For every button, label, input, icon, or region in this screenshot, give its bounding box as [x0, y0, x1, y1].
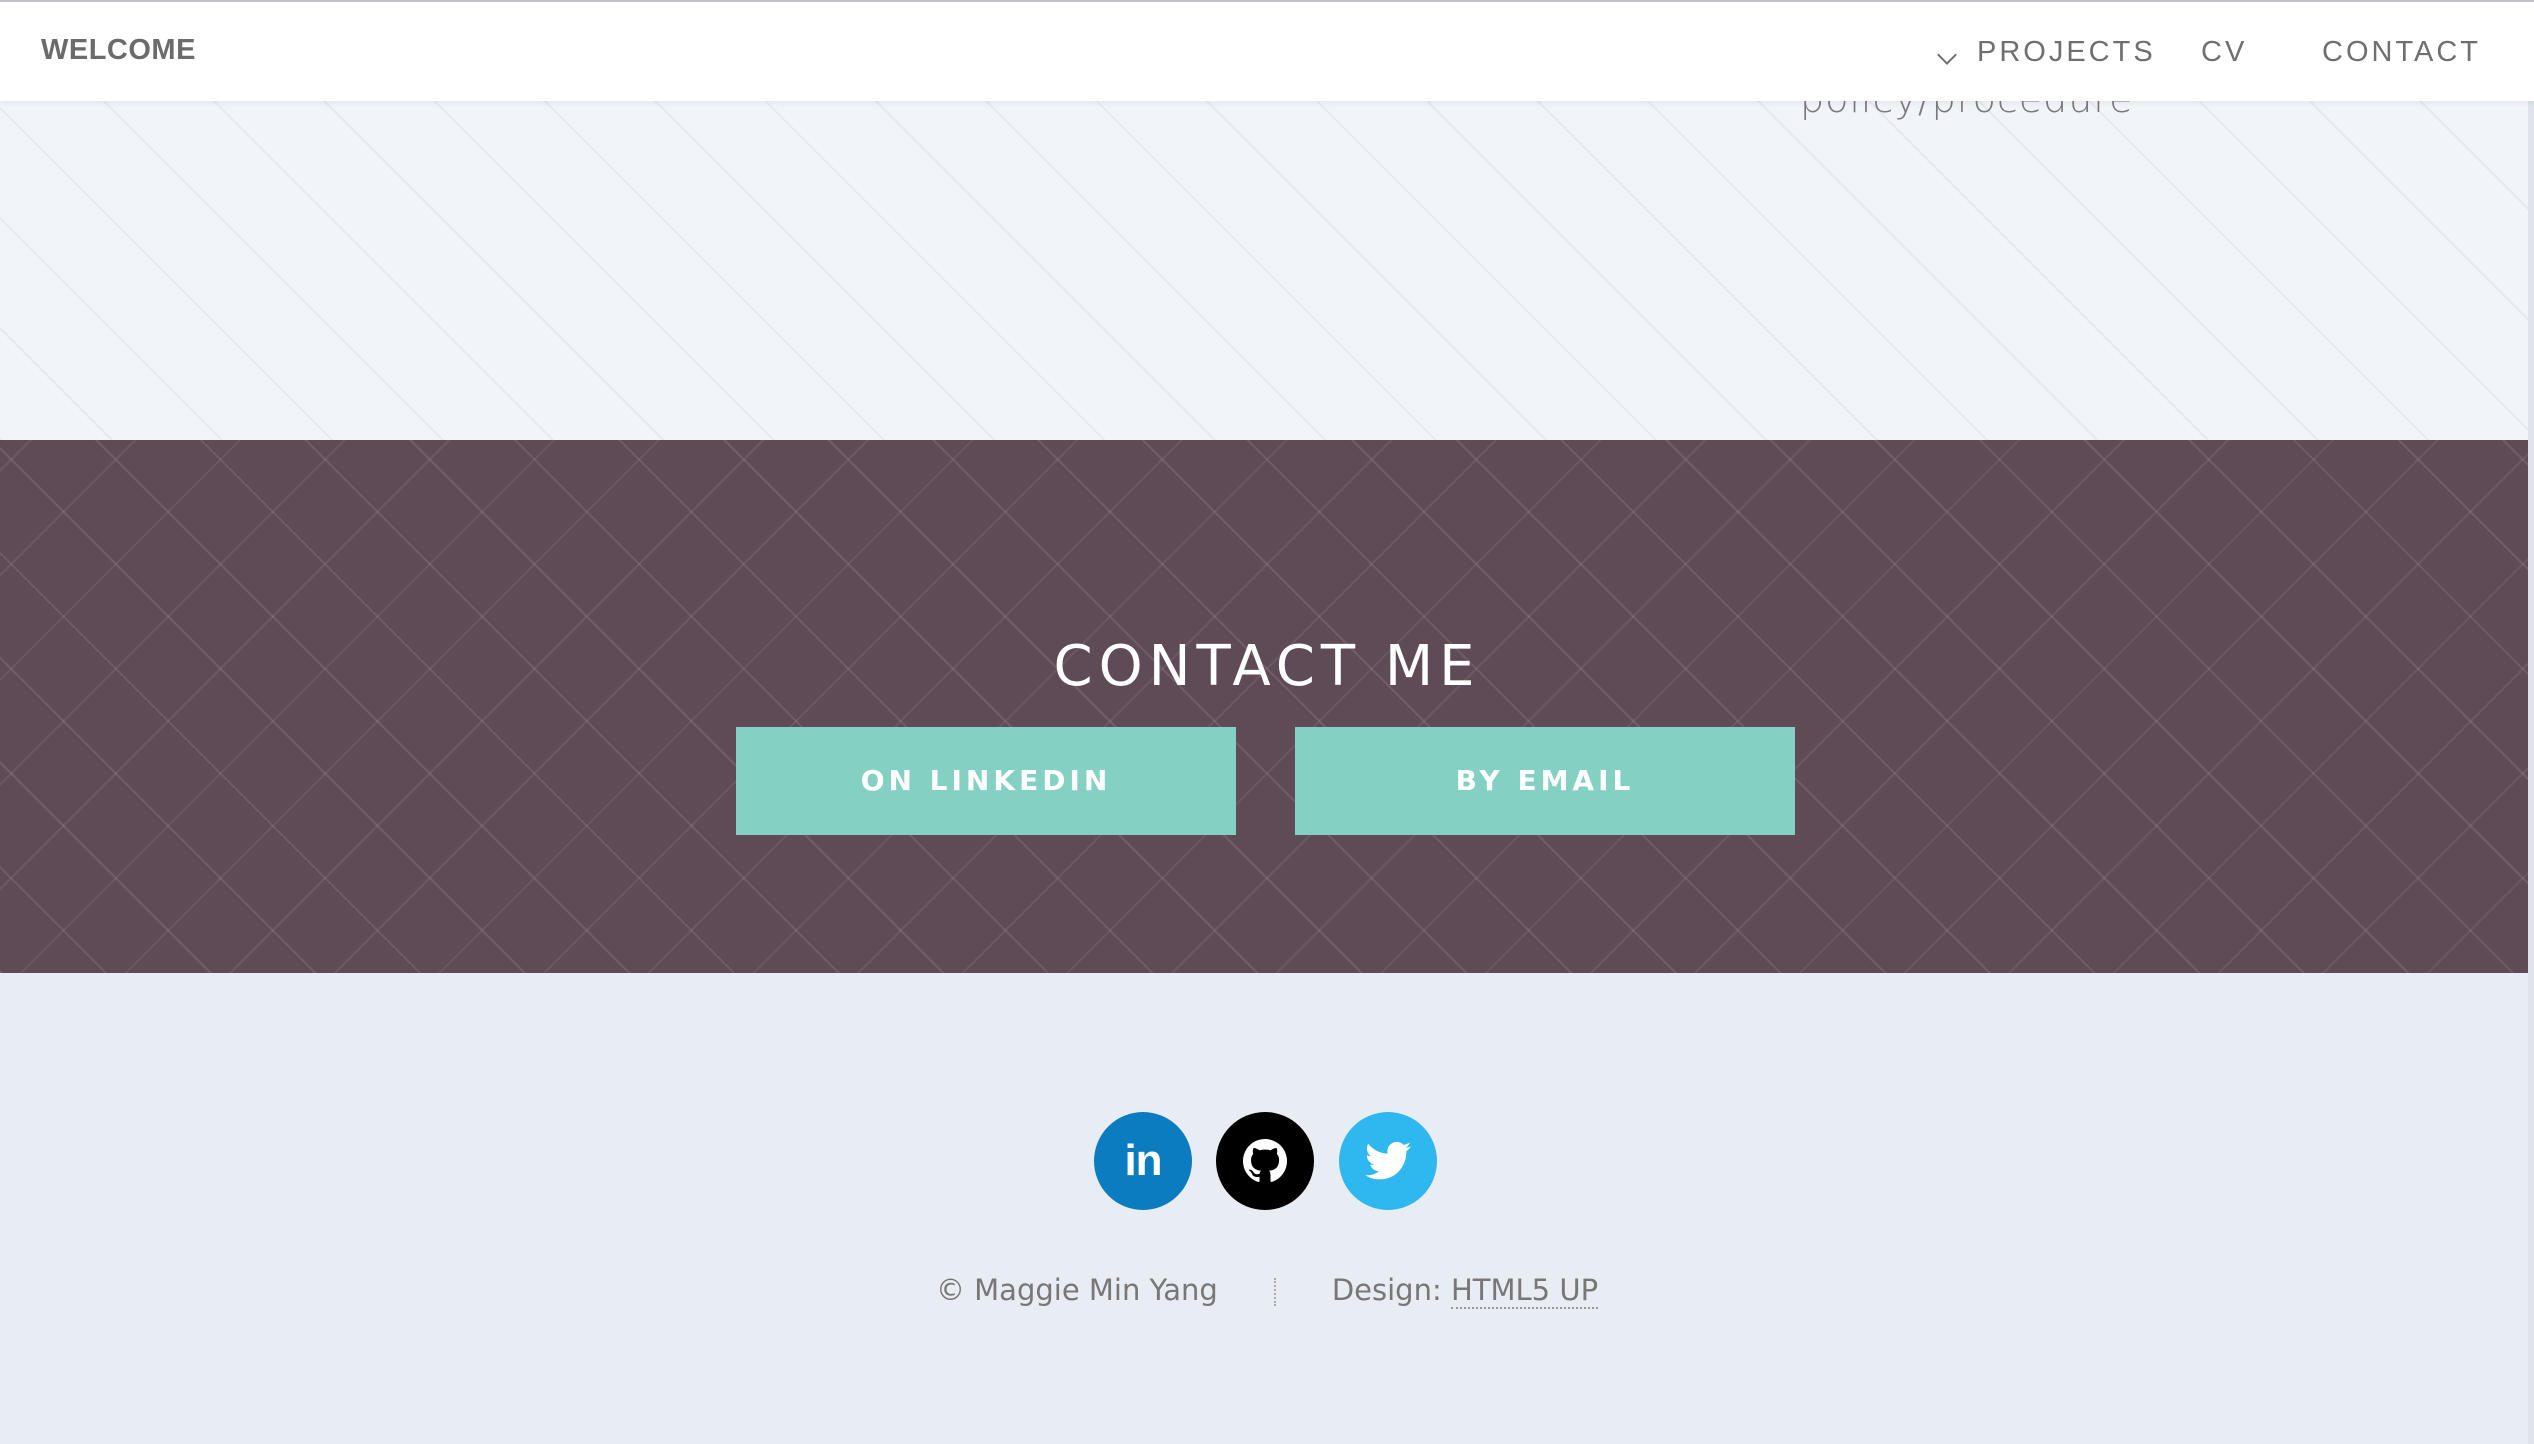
brand-link[interactable]: WELCOME: [41, 34, 196, 67]
footer-credits: © Maggie Min Yang Design: HTML5 UP: [0, 1273, 2534, 1309]
nav-item-cv[interactable]: CV: [2201, 36, 2247, 69]
nav-item-contact[interactable]: CONTACT: [2322, 36, 2481, 69]
linkedin-social-button[interactable]: in: [1094, 1112, 1192, 1210]
email-button[interactable]: BY EMAIL: [1295, 727, 1795, 835]
header-bar: WELCOME PROJECTS CV CONTACT: [0, 0, 2534, 101]
twitter-icon: [1365, 1141, 1411, 1180]
nav-item-contact-label: CONTACT: [2322, 36, 2482, 68]
section-text: policy/procedure: [1800, 99, 2134, 121]
design-label: Design:: [1331, 1273, 1451, 1307]
linkedin-icon: in: [1124, 1136, 1162, 1185]
linkedin-button[interactable]: ON LINKEDIN: [736, 727, 1236, 835]
github-icon: [1243, 1139, 1287, 1182]
nav-item-projects[interactable]: PROJECTS: [1937, 36, 2156, 69]
github-social-button[interactable]: [1216, 1112, 1314, 1210]
nav-item-projects-label: PROJECTS: [1977, 36, 2156, 68]
credits-divider: [1273, 1278, 1276, 1306]
contact-section: CONTACT ME ON LINKEDIN BY EMAIL: [0, 440, 2534, 973]
twitter-social-button[interactable]: [1339, 1112, 1437, 1210]
copyright-text: © Maggie Min Yang: [935, 1273, 1218, 1307]
top-section: policy/procedure: [0, 99, 2534, 440]
nav-item-cv-label: CV: [2201, 36, 2248, 68]
contact-title: CONTACT ME: [1053, 634, 1481, 700]
html5up-link[interactable]: HTML5 UP: [1450, 1273, 1599, 1309]
chevron-down-icon: [1937, 45, 1957, 65]
scrollbar[interactable]: [2528, 0, 2534, 1444]
footer: in © Maggie Min Yang Design: HTML5 UP: [0, 973, 2534, 1444]
